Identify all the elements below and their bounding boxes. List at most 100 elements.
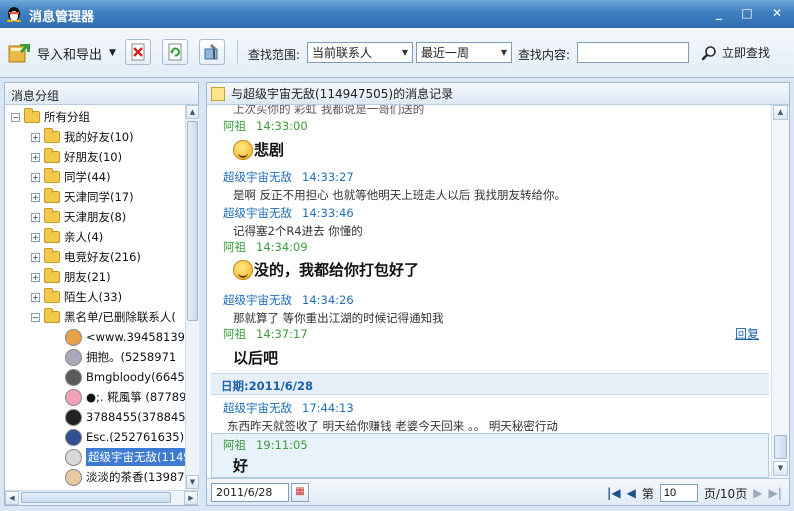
scope-value: 当前联系人	[312, 46, 373, 60]
message-time: 14:34:26	[302, 293, 354, 307]
calendar-icon[interactable]: ▦	[291, 483, 309, 502]
reply-link[interactable]: 回复	[735, 325, 759, 342]
tree-root[interactable]: − 所有分组	[11, 107, 90, 127]
folder-icon	[44, 148, 60, 163]
message-text: 东西昨天就签收了 明天给你赚钱 老婆今天回来 。。 明天秘密行动	[227, 419, 558, 433]
folder-icon	[44, 208, 60, 223]
scroll-thumb[interactable]	[774, 435, 787, 459]
tree-group[interactable]: + 我的好友(10)	[31, 127, 134, 147]
tree-contact[interactable]: 淡淡的茶香(139873	[65, 467, 185, 487]
sender-name[interactable]: 超级宇宙无敌	[223, 206, 292, 220]
sender-name[interactable]: 超级宇宙无敌	[223, 293, 292, 307]
tree-contact[interactable]: Bmgbloody(6645398	[65, 367, 185, 387]
avatar	[65, 408, 82, 426]
tree-contact[interactable]: 拥抱。(5258971	[65, 347, 176, 367]
message-time: 14:37:17	[256, 327, 308, 341]
sender-name: 阿祖	[223, 119, 246, 133]
scroll-down-icon[interactable]: ▼	[773, 461, 788, 476]
group-horizontal-scrollbar[interactable]: ◀ ▶	[5, 490, 199, 505]
tree-group[interactable]: + 同学(44)	[31, 167, 111, 187]
tree-group[interactable]: + 天津同学(17)	[31, 187, 134, 207]
expand-icon[interactable]: +	[31, 252, 40, 262]
avatar	[65, 448, 82, 466]
expand-icon[interactable]: +	[31, 272, 40, 282]
message-text: 那就算了 等你重出江湖的时候记得通知我	[233, 311, 444, 325]
tree-contact[interactable]: Esc.(252761635)	[65, 427, 184, 447]
prev-page-button[interactable]: ◀	[627, 486, 636, 500]
scroll-up-icon[interactable]: ▲	[773, 105, 788, 120]
tree-group[interactable]: + 电竞好友(216)	[31, 247, 141, 267]
avatar	[65, 428, 82, 446]
tree-group[interactable]: + 陌生人(33)	[31, 287, 122, 307]
scroll-thumb[interactable]	[21, 492, 171, 503]
message-time: 14:33:27	[302, 170, 354, 184]
expand-icon[interactable]: +	[31, 232, 40, 242]
scroll-up-icon[interactable]: ▲	[186, 105, 199, 119]
toolbar: 导入和导出 ▼ 查找范围: 当前联系人 ▼ 最近一周 ▼ 查找内容: 立即查找	[0, 28, 794, 78]
period-select[interactable]: 最近一周 ▼	[416, 42, 512, 63]
avatar	[65, 468, 82, 486]
message-time: 14:33:00	[256, 119, 308, 133]
message-meta: 阿祖 14:37:17	[223, 326, 308, 342]
scope-select[interactable]: 当前联系人 ▼	[307, 42, 413, 63]
page-number-input[interactable]	[659, 484, 698, 502]
history-header: 与超级宇宙无敌(114947505)的消息记录	[207, 83, 789, 105]
group-vertical-scrollbar[interactable]: ▲ ▼	[185, 105, 199, 490]
message-meta: 超级宇宙无敌 14:33:46	[223, 205, 354, 221]
close-button[interactable]: ✕	[764, 4, 790, 22]
minimize-button[interactable]: _	[708, 4, 730, 22]
tools-icon	[204, 44, 218, 60]
message-list: 上次买你的 彩虹 我都说是一哥们送的 阿祖 14:33:00 悲剧 超级宇宙无敌 1…	[207, 105, 771, 478]
scroll-left-icon[interactable]: ◀	[5, 491, 19, 505]
sender-name[interactable]: 超级宇宙无敌	[223, 170, 292, 184]
tree-group[interactable]: + 好朋友(10)	[31, 147, 122, 167]
pagination: |◀ ◀ 第 页/10页 ▶ ▶|	[607, 484, 782, 502]
next-page-button[interactable]: ▶	[753, 486, 762, 500]
group-tree: − 所有分组 + 我的好友(10) + 好朋友(10) + 同学(44) + 天…	[5, 105, 185, 490]
search-input[interactable]	[577, 42, 689, 63]
period-value: 最近一周	[421, 46, 470, 60]
message-text: 是啊 反正不用担心 也就等他明天上班走人以后 我找朋友转给你。	[233, 188, 566, 202]
collapse-icon[interactable]: −	[11, 112, 20, 122]
message-text: 好	[233, 457, 249, 475]
chevron-down-icon: ▼	[500, 48, 507, 57]
search-button[interactable]: 立即查找	[701, 44, 770, 61]
tools-button[interactable]	[199, 39, 225, 65]
scroll-right-icon[interactable]: ▶	[184, 491, 198, 505]
tree-contact[interactable]: ●;. 糀風箏 (87789	[65, 387, 185, 407]
folder-icon	[44, 228, 60, 243]
tree-group-blacklist[interactable]: − 黑名单/已删除联系人(	[31, 307, 176, 327]
message-meta: 超级宇宙无敌 14:33:27	[223, 169, 354, 185]
collapse-icon[interactable]: −	[31, 312, 40, 322]
expand-icon[interactable]: +	[31, 172, 40, 182]
scroll-thumb[interactable]	[187, 121, 198, 321]
refresh-button[interactable]	[162, 39, 188, 65]
first-page-button[interactable]: |◀	[607, 486, 621, 500]
sender-name: 阿祖	[223, 438, 246, 452]
smiley-icon	[233, 259, 253, 280]
title-bar: 消息管理器 _ □ ✕	[0, 0, 794, 28]
tree-contact-selected[interactable]: 超级宇宙无敌(1149	[65, 447, 185, 467]
delete-button[interactable]	[125, 39, 151, 65]
date-field[interactable]: 2011/6/28	[211, 483, 289, 502]
tree-group[interactable]: + 亲人(4)	[31, 227, 103, 247]
tree-group[interactable]: + 天津朋友(8)	[31, 207, 126, 227]
group-panel: 消息分组 − 所有分组 + 我的好友(10) + 好朋友(10) + 同学(44…	[4, 82, 199, 506]
expand-icon[interactable]: +	[31, 192, 40, 202]
history-title: 与超级宇宙无敌(114947505)的消息记录	[231, 87, 454, 101]
sender-name[interactable]: 超级宇宙无敌	[223, 401, 292, 415]
import-export-label: 导入和导出	[37, 47, 103, 63]
expand-icon[interactable]: +	[31, 292, 40, 302]
tree-contact[interactable]: 3788455(3788455)	[65, 407, 185, 427]
tree-group[interactable]: + 朋友(21)	[31, 267, 111, 287]
scroll-down-icon[interactable]: ▼	[186, 475, 199, 489]
expand-icon[interactable]: +	[31, 212, 40, 222]
maximize-button[interactable]: □	[736, 4, 758, 22]
expand-icon[interactable]: +	[31, 132, 40, 142]
expand-icon[interactable]: +	[31, 152, 40, 162]
tree-contact[interactable]: <www.394581391	[65, 327, 185, 347]
message-time: 14:34:09	[256, 240, 308, 254]
import-export-button[interactable]: 导入和导出 ▼	[8, 40, 116, 66]
message-vertical-scrollbar[interactable]: ▲ ▼	[771, 105, 789, 478]
last-page-button[interactable]: ▶|	[768, 486, 782, 500]
